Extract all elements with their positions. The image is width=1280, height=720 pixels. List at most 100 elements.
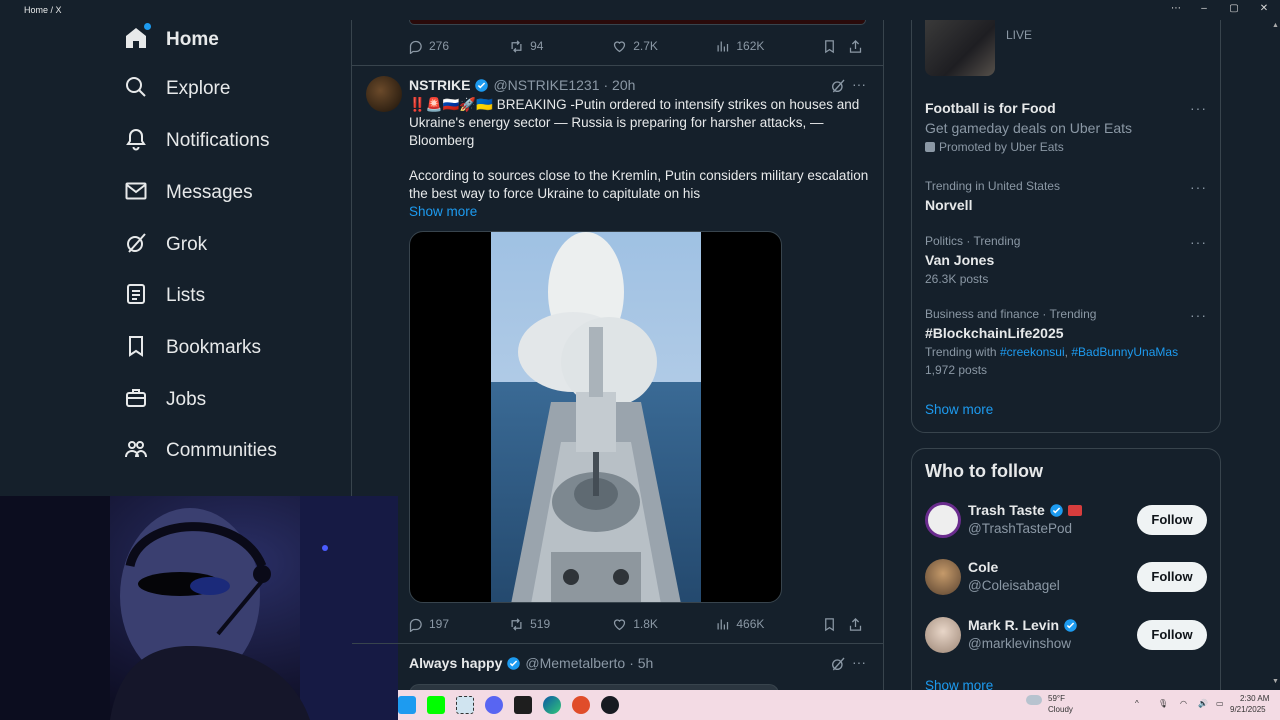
trend-item[interactable]: Business and finance · Trending #Blockch… — [925, 307, 1207, 377]
steam-icon[interactable] — [601, 696, 619, 714]
follow-suggestion[interactable]: Trash Taste @TrashTastePod Follow — [925, 500, 1207, 540]
clock-date[interactable]: 9/21/2025 — [1230, 705, 1266, 714]
weather-desc[interactable]: Cloudy — [1048, 705, 1073, 714]
author-handle[interactable]: @NSTRIKE1231 — [493, 77, 599, 93]
maximize-button[interactable]: ▢ — [1224, 3, 1244, 14]
nav-bookmarks[interactable]: Bookmarks — [124, 328, 261, 368]
like-button[interactable]: 2.7K — [612, 39, 715, 54]
wifi-icon[interactable]: ◠ — [1180, 699, 1187, 708]
author-name[interactable]: Always happy — [409, 655, 502, 671]
views-count: 466K — [736, 617, 765, 631]
scroll-down-icon[interactable]: ▼ — [1272, 678, 1279, 685]
show-more-link[interactable]: Show more — [409, 203, 871, 221]
more-options-icon[interactable]: ··· — [852, 654, 866, 670]
grok-icon[interactable] — [830, 656, 846, 672]
microphone-icon[interactable]: 🎙 — [1158, 699, 1168, 708]
tweet-time[interactable]: · 20h — [604, 77, 636, 93]
show-more-link[interactable]: Show more — [925, 402, 993, 417]
follow-suggestion[interactable]: Mark R. Levin @marklevinshow Follow — [925, 615, 1207, 655]
more-options-icon[interactable]: ··· — [1190, 179, 1207, 195]
trend-with-link[interactable]: #creekonsui — [1000, 345, 1065, 359]
battery-icon[interactable]: ▭ — [1216, 699, 1224, 708]
nav-home[interactable]: Home — [124, 20, 219, 60]
grok-icon[interactable] — [830, 78, 846, 94]
retweet-count: 519 — [530, 617, 551, 631]
author-name[interactable]: NSTRIKE — [409, 77, 470, 93]
user-handle: @TrashTastePod — [968, 521, 1072, 536]
bookmark-tweet-button[interactable] — [822, 617, 848, 632]
promoted-icon — [925, 142, 935, 152]
nav-grok[interactable]: Grok — [124, 225, 207, 265]
more-icon[interactable]: ⋯ — [1166, 3, 1186, 14]
avatar[interactable] — [925, 617, 961, 653]
edge-browser-icon[interactable] — [543, 696, 561, 714]
follow-button[interactable]: Follow — [1137, 562, 1207, 592]
follow-suggestion[interactable]: Cole @Coleisabagel Follow — [925, 557, 1207, 597]
scrollbar[interactable]: ▲ ▼ — [1270, 20, 1280, 690]
bookmark-tweet-button[interactable] — [822, 39, 848, 54]
twitter-app-icon[interactable] — [398, 696, 416, 714]
nav-lists[interactable]: Lists — [124, 276, 205, 316]
who-to-follow-title: Who to follow — [925, 461, 1043, 481]
avatar[interactable] — [925, 559, 961, 595]
volume-icon[interactable]: 🔊 — [1198, 699, 1208, 708]
discord-icon[interactable] — [485, 696, 503, 714]
share-button[interactable] — [848, 39, 868, 54]
more-options-icon[interactable]: ··· — [852, 76, 866, 92]
promoted-trend[interactable]: Football is for Food Get gameday deals o… — [925, 100, 1207, 154]
trend-meta: Trending in United States — [925, 179, 1060, 193]
views-button[interactable]: 162K — [715, 39, 822, 54]
like-button[interactable]: 1.8K — [612, 617, 715, 632]
snipping-tool-icon[interactable] — [456, 696, 474, 714]
divider — [352, 65, 883, 66]
trend-item[interactable]: Politics · Trending Van Jones 26.3K post… — [925, 234, 1207, 286]
views-button[interactable]: 466K — [715, 617, 822, 632]
heart-icon — [614, 618, 626, 630]
more-options-icon[interactable]: ··· — [1190, 307, 1207, 323]
reply-button[interactable]: 276 — [408, 39, 509, 54]
trend-with-link[interactable]: #BadBunnyUnaMas — [1071, 345, 1178, 359]
more-options-icon[interactable]: ··· — [1190, 234, 1207, 250]
nav-messages[interactable]: Messages — [124, 173, 253, 213]
close-button[interactable]: ✕ — [1254, 3, 1274, 14]
follow-button[interactable]: Follow — [1137, 620, 1207, 650]
nav-communities[interactable]: Communities — [124, 431, 277, 471]
home-icon — [124, 22, 151, 55]
author-handle[interactable]: @Memetalberto — [525, 655, 625, 671]
share-button[interactable] — [848, 617, 868, 632]
reply-button[interactable]: 197 — [408, 617, 509, 632]
terminal-icon[interactable] — [514, 696, 532, 714]
reply-count: 276 — [429, 39, 450, 53]
avatar[interactable] — [366, 76, 402, 112]
follow-button[interactable]: Follow — [1137, 505, 1207, 535]
brave-browser-icon[interactable] — [572, 696, 590, 714]
trend-item[interactable]: Trending in United States Norvell ··· — [925, 179, 1207, 213]
show-more-link[interactable]: Show more — [925, 678, 993, 690]
user-name: Trash Taste — [968, 502, 1045, 518]
minimize-button[interactable]: – — [1194, 3, 1214, 14]
tweet-header: NSTRIKE @NSTRIKE1231 · 20h — [409, 77, 635, 93]
nav-jobs[interactable]: Jobs — [124, 380, 206, 420]
timeline-feed: 276 94 2.7K 162K NSTRIKE @NSTRIKE1231 · … — [352, 20, 884, 690]
tweet-time[interactable]: · 5h — [629, 655, 653, 671]
nav-explore[interactable]: Explore — [124, 69, 230, 109]
tweet-video[interactable] — [409, 231, 782, 603]
weather-temp[interactable]: 59°F — [1048, 694, 1065, 703]
trend-topic: Norvell — [925, 197, 973, 213]
chevron-up-icon[interactable]: ^ — [1135, 699, 1139, 708]
cloud-icon — [1026, 695, 1042, 705]
nav-notifications[interactable]: Notifications — [124, 121, 270, 161]
retweet-button[interactable]: 519 — [509, 617, 612, 632]
avatar[interactable] — [925, 502, 961, 538]
verified-icon — [507, 656, 521, 670]
verified-icon — [1050, 503, 1063, 517]
clock-time[interactable]: 2:30 AM — [1240, 694, 1269, 703]
retweet-button[interactable]: 94 — [509, 39, 612, 54]
live-thumbnail[interactable] — [925, 20, 995, 76]
prev-tweet-media[interactable] — [409, 20, 866, 25]
kick-app-icon[interactable] — [427, 696, 445, 714]
left-nav: Home Explore Notifications Messages Grok… — [0, 20, 352, 496]
scroll-up-icon[interactable]: ▲ — [1272, 22, 1279, 29]
more-options-icon[interactable]: ··· — [1190, 100, 1207, 116]
like-count: 1.8K — [633, 617, 658, 631]
